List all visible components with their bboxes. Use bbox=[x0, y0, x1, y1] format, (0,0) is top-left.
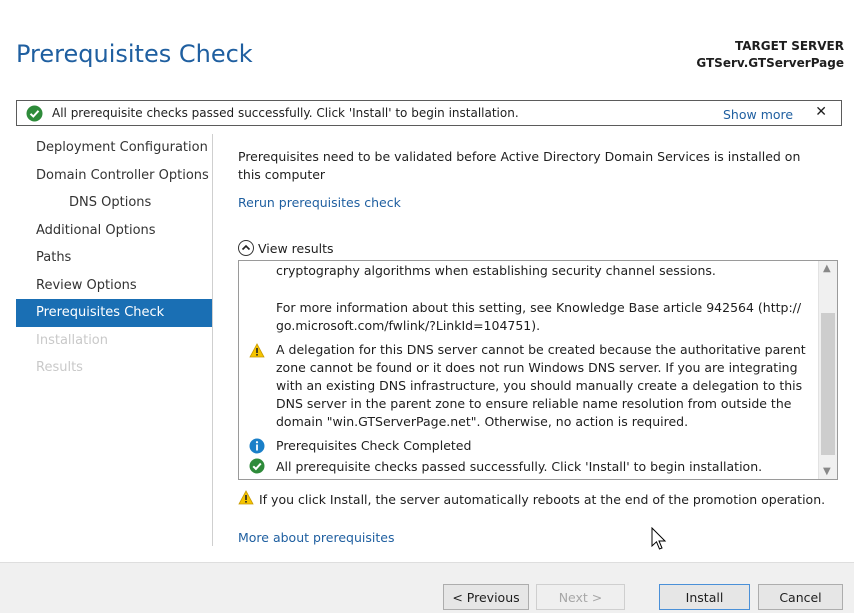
sidebar-item-paths[interactable]: Paths bbox=[16, 244, 212, 272]
warning-icon bbox=[249, 343, 265, 363]
sidebar-item-deployment-configuration[interactable]: Deployment Configuration bbox=[16, 134, 212, 162]
rerun-prerequisites-link[interactable]: Rerun prerequisites check bbox=[238, 195, 401, 210]
sidebar: Deployment Configuration Domain Controll… bbox=[16, 134, 212, 546]
result-success-line: All prerequisite checks passed successfu… bbox=[276, 459, 763, 474]
install-button[interactable]: Install bbox=[659, 584, 750, 610]
banner-message: All prerequisite checks passed successfu… bbox=[52, 106, 519, 120]
result-warning-line: domain "win.GTServerPage.net". Otherwise… bbox=[276, 414, 689, 429]
footer-bar: < Previous Next > Install Cancel bbox=[0, 562, 854, 613]
close-icon[interactable]: ✕ bbox=[815, 104, 827, 120]
target-server-value: GTServ.GTServerPage bbox=[696, 56, 844, 70]
scroll-down-icon[interactable]: ▼ bbox=[823, 466, 831, 477]
result-warning-line: with an existing DNS infrastructure, you… bbox=[276, 378, 803, 393]
scroll-thumb[interactable] bbox=[821, 313, 835, 455]
sidebar-divider bbox=[212, 134, 213, 546]
result-warning-line: zone cannot be found or it does not run … bbox=[276, 360, 798, 375]
sidebar-item-additional-options[interactable]: Additional Options bbox=[16, 217, 212, 245]
sidebar-item-results: Results bbox=[36, 360, 83, 375]
result-info-line: Prerequisites Check Completed bbox=[276, 438, 472, 453]
previous-button[interactable]: < Previous bbox=[443, 584, 529, 610]
sidebar-item-domain-controller-options[interactable]: Domain Controller Options bbox=[16, 162, 212, 190]
results-box[interactable]: cryptography algorithms when establishin… bbox=[238, 260, 838, 480]
reboot-warning: If you click Install, the server automat… bbox=[238, 490, 825, 508]
sidebar-item-installation: Installation bbox=[36, 332, 109, 348]
view-results-toggle[interactable]: View results bbox=[238, 240, 334, 256]
result-text-line: For more information about this setting,… bbox=[276, 300, 802, 315]
result-warning-line: DNS server in the parent zone to ensure … bbox=[276, 396, 792, 411]
check-circle-icon bbox=[249, 458, 265, 479]
cancel-button[interactable]: Cancel bbox=[758, 584, 843, 610]
scroll-up-icon[interactable]: ▲ bbox=[823, 263, 831, 274]
info-icon bbox=[249, 438, 265, 459]
result-text-line: go.microsoft.com/fwlink/?LinkId=104751). bbox=[276, 318, 541, 333]
sidebar-item-prerequisites-check[interactable]: Prerequisites Check bbox=[16, 299, 212, 327]
reboot-warning-text: If you click Install, the server automat… bbox=[259, 491, 826, 507]
check-circle-icon bbox=[26, 105, 43, 126]
result-text-line: cryptography algorithms when establishin… bbox=[276, 263, 716, 278]
mouse-cursor-icon bbox=[651, 526, 667, 555]
result-warning-line: A delegation for this DNS server cannot … bbox=[276, 342, 806, 357]
sidebar-item-dns-options[interactable]: DNS Options bbox=[16, 189, 212, 217]
target-server-label: TARGET SERVER bbox=[735, 39, 844, 53]
next-button: Next > bbox=[536, 584, 625, 610]
more-about-prerequisites-link[interactable]: More about prerequisites bbox=[238, 530, 394, 545]
notification-banner: All prerequisite checks passed successfu… bbox=[16, 100, 842, 126]
target-server: TARGET SERVER GTServ.GTServerPage bbox=[696, 38, 844, 72]
show-more-link[interactable]: Show more bbox=[723, 107, 793, 122]
warning-icon bbox=[238, 490, 254, 508]
chevron-up-icon[interactable] bbox=[238, 240, 254, 256]
sidebar-item-review-options[interactable]: Review Options bbox=[16, 272, 212, 300]
results-scrollbar[interactable]: ▲ ▼ bbox=[818, 261, 837, 479]
view-results-label[interactable]: View results bbox=[258, 241, 334, 256]
intro-text: Prerequisites need to be validated befor… bbox=[238, 149, 801, 182]
page-title: Prerequisites Check bbox=[16, 40, 253, 68]
